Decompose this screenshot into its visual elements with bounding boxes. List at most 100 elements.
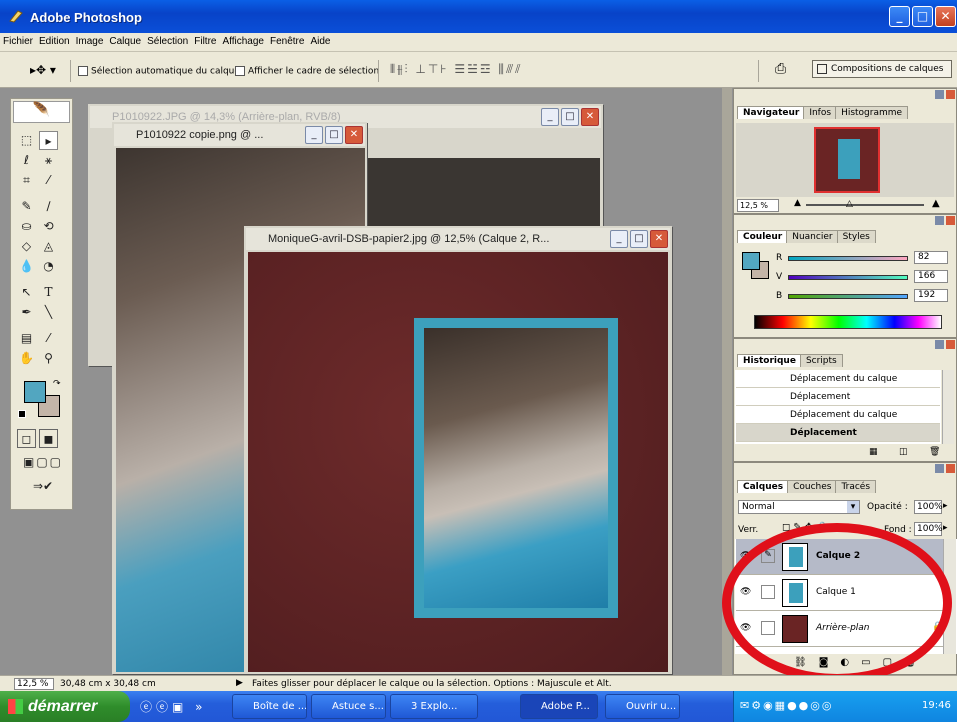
- lasso-tool-icon[interactable]: ℓ: [17, 151, 36, 170]
- paint-bucket-tool-icon[interactable]: ◬: [39, 237, 58, 256]
- compositions-tab[interactable]: Compositions de calques: [812, 60, 952, 78]
- hand-tool-icon[interactable]: ✋: [17, 349, 36, 368]
- menu-edition[interactable]: Edition: [36, 33, 73, 47]
- menu-image[interactable]: Image: [73, 33, 107, 47]
- taskbar-item[interactable]: Ouvrir u...: [605, 694, 680, 719]
- doc-front-maximize-button[interactable]: □: [630, 230, 648, 248]
- maximize-button[interactable]: □: [912, 6, 933, 27]
- panel-collapse-icon[interactable]: [935, 464, 944, 473]
- move-tool-preset-icon[interactable]: ▸✥ ▾: [30, 63, 56, 77]
- history-new-document-icon[interactable]: ◫: [899, 447, 908, 457]
- panel-close-icon[interactable]: [946, 340, 955, 349]
- auto-select-checkbox[interactable]: [78, 66, 88, 76]
- navigator-zoom-slider[interactable]: [806, 204, 924, 206]
- status-arrow-icon[interactable]: ▶: [236, 678, 243, 688]
- doc-middle-minimize-button[interactable]: _: [305, 126, 323, 144]
- tab-historique[interactable]: Historique: [737, 354, 802, 367]
- type-tool-icon[interactable]: T: [39, 283, 58, 302]
- channel-b-field[interactable]: 192: [914, 289, 948, 302]
- navigator-zoom-field[interactable]: 12,5 %: [737, 199, 779, 212]
- print-icon[interactable]: ⎙: [775, 61, 786, 77]
- auto-select-option[interactable]: Sélection automatique du calque: [78, 66, 240, 77]
- tab-calques[interactable]: Calques: [737, 480, 790, 493]
- opacity-arrow-icon[interactable]: ▸: [943, 501, 948, 511]
- panel-collapse-icon[interactable]: [935, 90, 944, 99]
- tab-nuancier[interactable]: Nuancier: [786, 230, 839, 243]
- tab-couleur[interactable]: Couleur: [737, 230, 789, 243]
- notes-tool-icon[interactable]: ▤: [17, 329, 36, 348]
- minimize-button[interactable]: _: [889, 6, 910, 27]
- history-item[interactable]: Déplacement: [736, 388, 940, 406]
- panel-collapse-icon[interactable]: [935, 340, 944, 349]
- doc-middle-close-button[interactable]: ✕: [345, 126, 363, 144]
- menu-fichier[interactable]: Fichier: [0, 33, 36, 47]
- doc-back-maximize-button[interactable]: □: [561, 108, 579, 126]
- show-bounds-option[interactable]: Afficher le cadre de sélection: [235, 66, 379, 77]
- navigator-zoom-in-icon[interactable]: ▲: [932, 198, 940, 209]
- menu-fenetre[interactable]: Fenêtre: [267, 33, 307, 47]
- history-scrollbar[interactable]: [942, 370, 954, 444]
- tab-navigateur[interactable]: Navigateur: [737, 106, 806, 119]
- screen-mode-icon[interactable]: ▣▢▢: [17, 453, 69, 472]
- navigator-zoom-out-icon[interactable]: ▲: [794, 198, 801, 208]
- dodge-tool-icon[interactable]: ◔: [39, 257, 58, 276]
- history-trash-icon[interactable]: 🗑: [929, 447, 940, 457]
- fill-arrow-icon[interactable]: ▸: [943, 523, 948, 533]
- panel-close-icon[interactable]: [946, 464, 955, 473]
- eraser-tool-icon[interactable]: ◇: [17, 237, 36, 256]
- line-tool-icon[interactable]: ╲: [39, 303, 58, 322]
- brush-tool-icon[interactable]: ∕: [39, 197, 58, 216]
- doc-front-minimize-button[interactable]: _: [610, 230, 628, 248]
- history-brush-tool-icon[interactable]: ⟲: [39, 217, 58, 236]
- tab-traces[interactable]: Tracés: [835, 480, 877, 493]
- tab-histogramme[interactable]: Histogramme: [835, 106, 909, 119]
- doc-back-minimize-button[interactable]: _: [541, 108, 559, 126]
- channel-v-field[interactable]: 166: [914, 270, 948, 283]
- menu-filtre[interactable]: Filtre: [191, 33, 219, 47]
- magic-wand-tool-icon[interactable]: ⚹: [39, 151, 58, 170]
- channel-r-field[interactable]: 82: [914, 251, 948, 264]
- quicklaunch-icons[interactable]: ⓔⓔ▣ »: [140, 698, 207, 715]
- blend-mode-select[interactable]: Normal ▾: [738, 500, 860, 514]
- history-item[interactable]: Déplacement du calque: [736, 406, 940, 424]
- quick-mask-mode-icon[interactable]: ◼: [39, 429, 58, 448]
- tray-icons[interactable]: ✉⚙◉▦●●◎◎: [740, 699, 833, 712]
- status-zoom-field[interactable]: 12,5 %: [14, 678, 54, 690]
- navigator-zoom-handle[interactable]: △: [846, 199, 853, 209]
- taskbar-item[interactable]: Astuce s...: [311, 694, 386, 719]
- crop-tool-icon[interactable]: ⌗: [17, 171, 36, 190]
- standard-mode-icon[interactable]: ◻: [17, 429, 36, 448]
- foreground-color-swatch[interactable]: [24, 381, 46, 403]
- path-selection-tool-icon[interactable]: ↖: [17, 283, 36, 302]
- doc-front-close-button[interactable]: ✕: [650, 230, 668, 248]
- move-tool-icon[interactable]: ▸: [39, 131, 58, 150]
- start-button[interactable]: démarrer: [0, 691, 130, 722]
- show-bounds-checkbox[interactable]: [235, 66, 245, 76]
- panel-close-icon[interactable]: [946, 90, 955, 99]
- marquee-tool-icon[interactable]: ⬚: [17, 131, 36, 150]
- color-spectrum-ramp[interactable]: [754, 315, 942, 329]
- tab-infos[interactable]: Infos: [803, 106, 838, 119]
- panel-close-icon[interactable]: [946, 216, 955, 225]
- doc-back-close-button[interactable]: ✕: [581, 108, 599, 126]
- swap-colors-icon[interactable]: ↷: [53, 379, 61, 389]
- menu-selection[interactable]: Sélection: [144, 33, 191, 47]
- tab-scripts[interactable]: Scripts: [799, 354, 843, 367]
- opacity-field[interactable]: 100%: [914, 500, 943, 514]
- zoom-tool-icon[interactable]: ⚲: [39, 349, 58, 368]
- taskbar-item[interactable]: Boîte de ...: [232, 694, 307, 719]
- close-button[interactable]: ✕: [935, 6, 956, 27]
- menu-aide[interactable]: Aide: [307, 33, 333, 47]
- feather-logo-icon[interactable]: 🪶: [13, 101, 70, 123]
- eyedropper-tool-icon[interactable]: ⁄: [39, 329, 58, 348]
- slice-tool-icon[interactable]: ⁄: [39, 171, 58, 190]
- color-fg-swatch[interactable]: [742, 252, 760, 270]
- healing-brush-tool-icon[interactable]: ✎: [17, 197, 36, 216]
- taskbar-item-active[interactable]: Adobe P...: [520, 694, 598, 719]
- clone-stamp-tool-icon[interactable]: ⛀: [17, 217, 36, 236]
- doc-window-front[interactable]: MoniqueG-avril-DSB-papier2.jpg @ 12,5% (…: [244, 226, 672, 674]
- channel-b-slider[interactable]: [788, 294, 908, 299]
- tab-styles[interactable]: Styles: [836, 230, 876, 243]
- channel-r-slider[interactable]: [788, 256, 908, 261]
- fill-field[interactable]: 100%: [914, 522, 943, 536]
